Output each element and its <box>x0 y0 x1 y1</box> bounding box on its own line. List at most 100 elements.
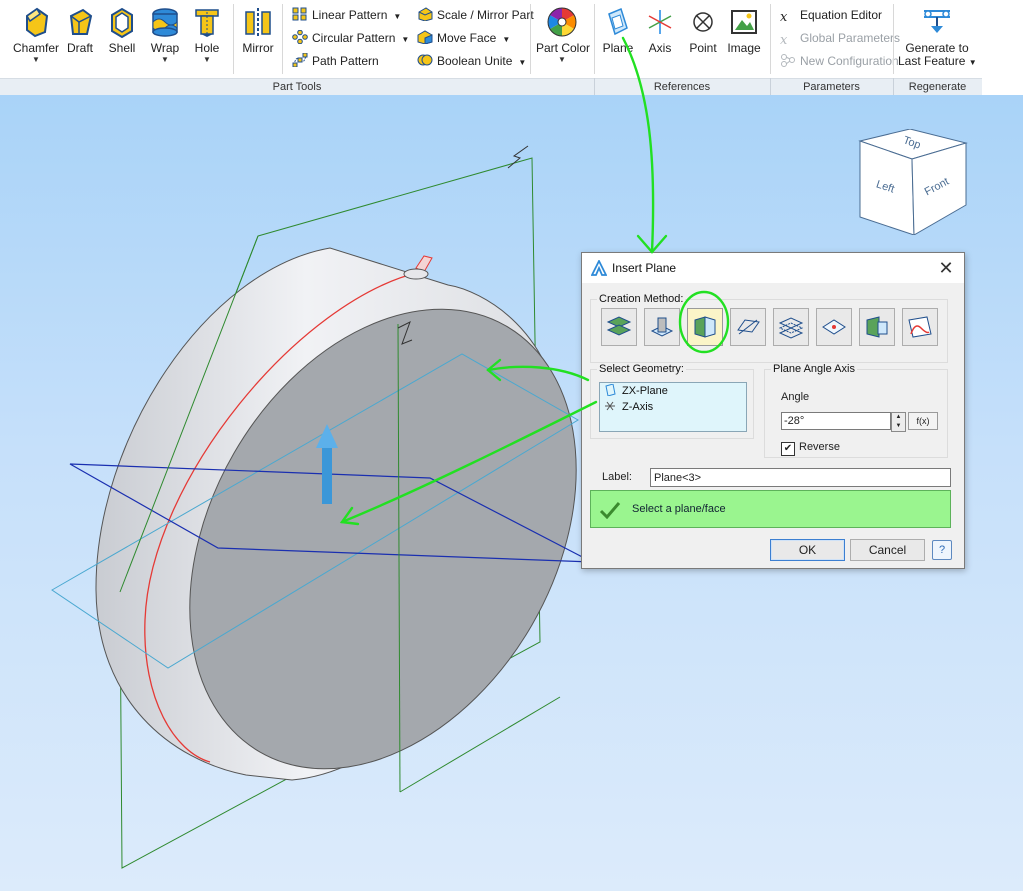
ribbon-separator <box>594 4 595 74</box>
scale-mirror-part-button[interactable]: Scale / Mirror Part <box>417 5 534 25</box>
linear-pattern-button[interactable]: Linear Pattern ▼ <box>292 5 401 25</box>
point-icon <box>688 6 718 38</box>
wrap-dropdown-icon[interactable]: ▼ <box>144 56 186 64</box>
axis-plane-icon <box>737 319 760 335</box>
path-pattern-button[interactable]: Path Pattern <box>292 51 379 71</box>
axis-button[interactable]: Axis <box>644 0 676 55</box>
method-tangent-plane-button[interactable] <box>859 308 895 346</box>
tangent-plane-icon <box>866 316 888 338</box>
boolean-unite-icon <box>417 53 433 67</box>
status-text: Select a plane/face <box>632 503 726 515</box>
partial-ribbon-button[interactable] <box>0 0 8 38</box>
axis-label: Axis <box>648 41 672 55</box>
group-divider <box>770 78 771 95</box>
color-wheel-icon <box>547 6 577 38</box>
part-color-dropdown-icon[interactable]: ▼ <box>536 56 588 64</box>
draft-label: Draft <box>66 41 93 55</box>
draft-icon <box>65 6 95 38</box>
close-icon[interactable]: ✕ <box>936 258 956 278</box>
regenerate-icon <box>922 8 952 34</box>
mirror-button[interactable]: Mirror <box>240 0 276 55</box>
scale-icon <box>417 7 433 22</box>
geometry-item-zx-plane[interactable]: ZX-Plane <box>604 383 668 399</box>
equation-editor-button[interactable]: 𝑥 Equation Editor <box>780 5 882 25</box>
angle-handle-marker[interactable] <box>403 255 433 280</box>
help-button[interactable]: ? <box>932 540 952 560</box>
shell-button[interactable]: Shell <box>104 0 140 55</box>
boolean-unite-button[interactable]: Boolean Unite ▼ <box>417 51 526 71</box>
dialog-titlebar[interactable]: Insert Plane ✕ <box>582 253 964 283</box>
geometry-item-z-axis[interactable]: Z-Axis <box>604 399 653 415</box>
ribbon: Chamfer ▼ Draft Shell Wrap ▼ Hole ▼ Mirr… <box>0 0 1023 96</box>
image-label: Image <box>727 41 761 55</box>
hole-dropdown-icon[interactable]: ▼ <box>190 56 224 64</box>
angle-input[interactable]: -28° <box>781 412 891 430</box>
circular-pattern-dropdown-icon[interactable]: ▼ <box>401 35 409 44</box>
new-configuration-button: New Configuration <box>780 51 899 71</box>
angle-formula-button[interactable]: f(x) <box>908 412 938 430</box>
reverse-label: Reverse <box>799 441 840 453</box>
chamfer-dropdown-icon[interactable]: ▼ <box>12 56 60 64</box>
generate-to-last-feature-button[interactable]: Generate to Last Feature ▼ <box>898 0 977 69</box>
geometry-item-label: Z-Axis <box>622 401 654 413</box>
method-curve-plane-button[interactable] <box>902 308 938 346</box>
move-face-dropdown-icon[interactable]: ▼ <box>502 35 510 44</box>
view-cube[interactable]: Top Left Front <box>856 129 970 235</box>
label-input[interactable]: Plane<3> <box>650 468 951 487</box>
ok-button[interactable]: OK <box>770 539 845 561</box>
global-parameters-label: Global Parameters <box>800 31 901 45</box>
wrap-label: Wrap <box>150 41 180 55</box>
geometry-item-label: ZX-Plane <box>622 385 668 397</box>
path-pattern-icon <box>292 52 308 68</box>
equation-icon: 𝑥 <box>780 10 788 25</box>
group-label-references: References <box>653 81 711 93</box>
part-color-button[interactable]: Part Color ▼ <box>536 0 590 64</box>
angle-spinner[interactable]: ▲ ▼ <box>891 412 906 432</box>
global-parameters-button: 𝑥 Global Parameters <box>780 28 900 48</box>
draft-button[interactable]: Draft <box>62 0 98 55</box>
spin-down-icon[interactable]: ▼ <box>892 422 905 431</box>
chamfer-button[interactable]: Chamfer ▼ <box>12 0 60 64</box>
point-button[interactable]: Point <box>686 0 720 55</box>
new-configuration-label: New Configuration <box>800 54 899 68</box>
group-label-regenerate: Regenerate <box>908 81 967 93</box>
geometry-list[interactable]: ZX-Plane Z-Axis <box>599 382 747 432</box>
app-logo-icon <box>591 260 607 276</box>
plane-icon <box>603 6 633 38</box>
wrap-button[interactable]: Wrap ▼ <box>144 0 186 64</box>
midplane-icon <box>778 317 804 339</box>
ribbon-separator <box>770 4 771 74</box>
method-axis-plane-button[interactable] <box>730 308 766 346</box>
spin-up-icon[interactable]: ▲ <box>892 413 905 422</box>
chamfer-label: Chamfer <box>12 41 59 55</box>
hole-button[interactable]: Hole ▼ <box>190 0 224 64</box>
linear-pattern-label: Linear Pattern <box>312 8 388 22</box>
circular-pattern-button[interactable]: Circular Pattern ▼ <box>292 28 409 48</box>
method-point-plane-button[interactable] <box>816 308 852 346</box>
ribbon-group-labels: Part Tools References Parameters Regener… <box>0 78 982 96</box>
cancel-button[interactable]: Cancel <box>850 539 925 561</box>
point-label: Point <box>689 41 717 55</box>
plane-button[interactable]: Plane <box>600 0 636 55</box>
circular-pattern-label: Circular Pattern <box>312 31 396 45</box>
method-offset-plane-button[interactable] <box>601 308 637 346</box>
axis-icon <box>645 6 675 38</box>
image-button[interactable]: Image <box>726 0 762 55</box>
image-icon <box>729 6 759 38</box>
generate-dropdown-icon[interactable]: ▼ <box>969 58 977 67</box>
plane-angle-axis-label: Plane Angle Axis <box>771 363 857 375</box>
ribbon-separator <box>893 4 894 74</box>
method-angle-plane-button[interactable] <box>687 308 723 346</box>
method-face-plane-button[interactable] <box>644 308 680 346</box>
method-midplane-button[interactable] <box>773 308 809 346</box>
reverse-checkbox[interactable]: ✔ <box>781 442 795 456</box>
boolean-unite-dropdown-icon[interactable]: ▼ <box>518 58 526 67</box>
group-divider <box>594 78 595 95</box>
move-face-icon <box>417 30 433 45</box>
linear-pattern-dropdown-icon[interactable]: ▼ <box>393 12 401 21</box>
group-label-parameters: Parameters <box>803 81 860 93</box>
move-face-button[interactable]: Move Face ▼ <box>417 28 510 48</box>
configuration-icon <box>780 53 796 67</box>
ribbon-separator <box>530 4 531 74</box>
global-parameters-icon: 𝑥 <box>780 33 788 48</box>
